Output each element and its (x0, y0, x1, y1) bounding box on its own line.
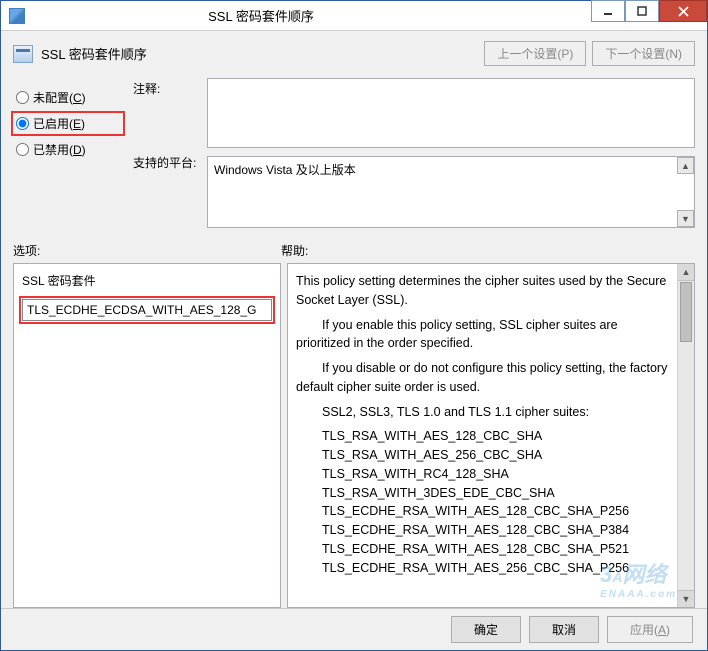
help-scrollbar[interactable]: ▲ ▼ (677, 264, 694, 607)
radio-enabled-label: 已启用(E) (33, 115, 85, 132)
fields-col: Windows Vista 及以上版本 ▲ ▼ (207, 78, 695, 228)
apply-button[interactable]: 应用(A) (607, 616, 693, 643)
cancel-button[interactable]: 取消 (529, 616, 599, 643)
help-cipher-item: TLS_ECDHE_RSA_WITH_AES_128_CBC_SHA_P256 (296, 502, 673, 521)
prev-setting-button[interactable]: 上一个设置(P) (484, 41, 586, 66)
help-p2: If you enable this policy setting, SSL c… (296, 316, 673, 354)
help-p1: This policy setting determines the ciphe… (296, 272, 673, 310)
policy-title: SSL 密码套件顺序 (41, 44, 147, 63)
help-cipher-item: TLS_RSA_WITH_RC4_128_SHA (296, 465, 673, 484)
maximize-button[interactable] (625, 0, 659, 22)
help-cipher-item: TLS_ECDHE_RSA_WITH_AES_256_CBC_SHA_P256 (296, 559, 673, 578)
radio-disabled-label: 已禁用(D) (33, 141, 86, 158)
platform-value: Windows Vista 及以上版本 (214, 163, 356, 177)
help-p4: SSL2, SSL3, TLS 1.0 and TLS 1.1 cipher s… (296, 403, 673, 422)
platform-box: Windows Vista 及以上版本 ▲ ▼ (207, 156, 695, 228)
cipher-suites-input[interactable] (22, 299, 272, 321)
help-cipher-list: TLS_RSA_WITH_AES_128_CBC_SHATLS_RSA_WITH… (296, 427, 673, 577)
cancel-label: 取消 (552, 623, 576, 637)
radio-disabled-input[interactable] (16, 143, 29, 156)
next-setting-label: 下一个设置(N) (605, 47, 682, 61)
options-panel-title: SSL 密码套件 (22, 272, 272, 289)
scroll-up-icon[interactable]: ▲ (678, 264, 694, 281)
field-labels: 注释: 支持的平台: (133, 78, 197, 228)
window-icon (9, 8, 25, 24)
radio-not-configured-label: 未配置(C) (33, 89, 86, 106)
radio-disabled[interactable]: 已禁用(D) (13, 139, 123, 160)
radio-not-configured[interactable]: 未配置(C) (13, 87, 123, 108)
titlebar: SSL 密码套件顺序 (1, 1, 707, 31)
options-label: 选项: (13, 242, 281, 259)
help-content: This policy setting determines the ciphe… (296, 272, 677, 599)
state-radios: 未配置(C) 已启用(E) 已禁用(D) (13, 78, 123, 228)
options-panel: SSL 密码套件 (13, 263, 281, 608)
radio-not-configured-input[interactable] (16, 91, 29, 104)
radio-enabled[interactable]: 已启用(E) (13, 113, 123, 134)
lower-panels: SSL 密码套件 This policy setting determines … (13, 263, 695, 608)
close-button[interactable] (659, 0, 707, 22)
minimize-button[interactable] (591, 0, 625, 22)
help-cipher-item: TLS_ECDHE_RSA_WITH_AES_128_CBC_SHA_P521 (296, 540, 673, 559)
prev-setting-label: 上一个设置(P) (497, 47, 573, 61)
next-setting-button[interactable]: 下一个设置(N) (592, 41, 695, 66)
window-title: SSL 密码套件顺序 (31, 6, 591, 25)
section-labels: 选项: 帮助: (13, 242, 695, 259)
ok-label: 确定 (474, 623, 498, 637)
help-cipher-item: TLS_RSA_WITH_AES_128_CBC_SHA (296, 427, 673, 446)
apply-label: 应用(A) (630, 623, 670, 637)
policy-icon (13, 45, 33, 63)
footer: 确定 取消 应用(A) (1, 608, 707, 650)
scroll-down-icon[interactable]: ▼ (678, 590, 694, 607)
scroll-thumb[interactable] (680, 282, 692, 342)
platform-scroll-up[interactable]: ▲ (677, 157, 694, 174)
help-panel: This policy setting determines the ciphe… (287, 263, 695, 608)
help-cipher-item: TLS_RSA_WITH_AES_256_CBC_SHA (296, 446, 673, 465)
help-cipher-item: TLS_RSA_WITH_3DES_EDE_CBC_SHA (296, 484, 673, 503)
platform-label: 支持的平台: (133, 154, 197, 228)
header-row: SSL 密码套件顺序 上一个设置(P) 下一个设置(N) (13, 41, 695, 66)
help-cipher-item: TLS_ECDHE_RSA_WITH_AES_128_CBC_SHA_P384 (296, 521, 673, 540)
radio-enabled-input[interactable] (16, 117, 29, 130)
comment-textarea[interactable] (207, 78, 695, 148)
help-label: 帮助: (281, 242, 308, 259)
ok-button[interactable]: 确定 (451, 616, 521, 643)
window-controls (591, 1, 707, 30)
platform-scroll-down[interactable]: ▼ (677, 210, 694, 227)
dialog-body: SSL 密码套件顺序 上一个设置(P) 下一个设置(N) 未配置(C) 已启用(… (1, 31, 707, 608)
dialog-window: SSL 密码套件顺序 SSL 密码套件顺序 上一个设置(P) 下一个设置(N) … (0, 0, 708, 651)
config-row: 未配置(C) 已启用(E) 已禁用(D) 注释: 支持的平台: Windows (13, 78, 695, 228)
comment-label: 注释: (133, 80, 197, 154)
help-p3: If you disable or do not configure this … (296, 359, 673, 397)
